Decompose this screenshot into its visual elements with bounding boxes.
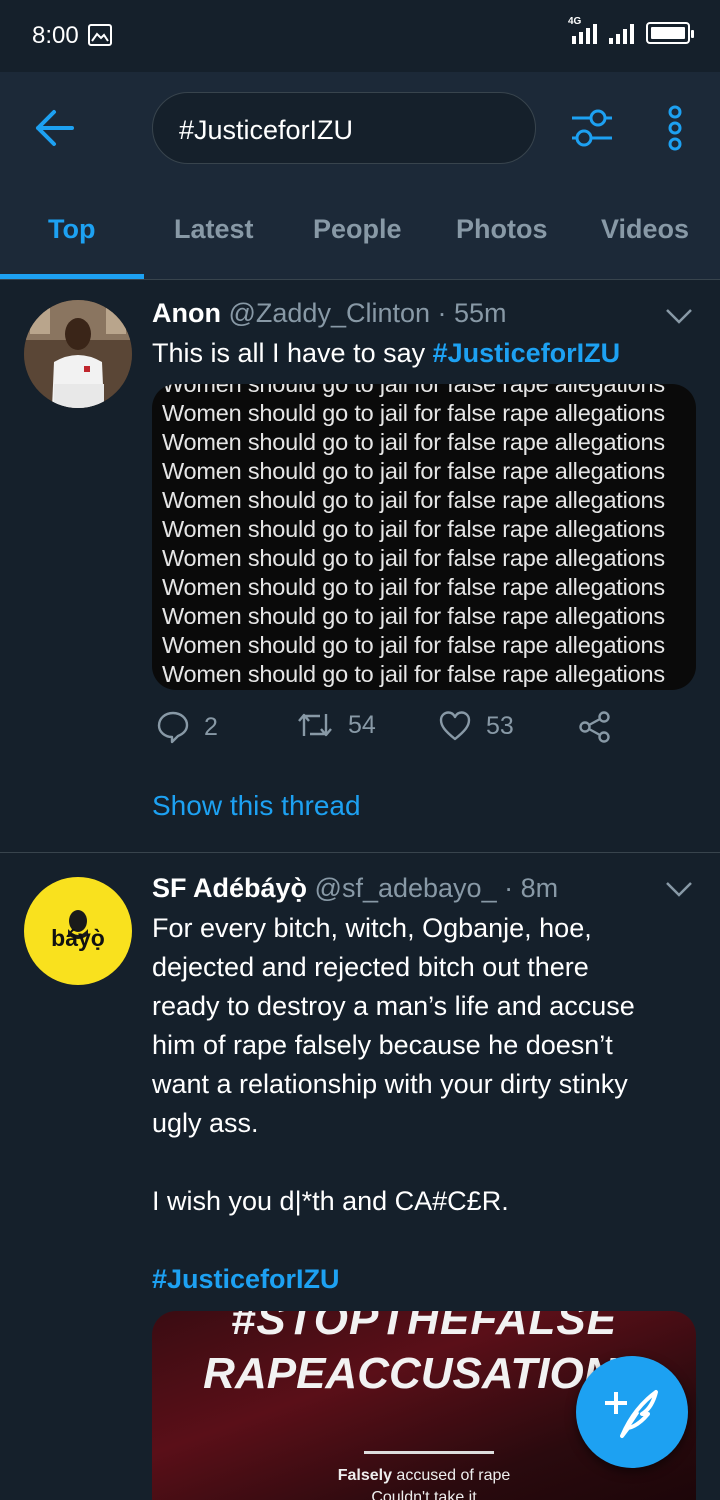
- tweet-card[interactable]: Anon @Zaddy_Clinton · 55m This is all I …: [0, 280, 720, 852]
- tweet-text-line: ugly ass.: [152, 1108, 259, 1138]
- compose-feather-icon: [605, 1390, 658, 1438]
- poster-subtitle-bold: Falsely: [337, 1467, 392, 1484]
- image-text-line: Women should go to jail for false rape a…: [162, 661, 665, 687]
- reply-button[interactable]: 2: [156, 710, 218, 744]
- author-name[interactable]: Anon: [152, 298, 221, 328]
- battery-icon: [646, 22, 694, 44]
- avatar[interactable]: [24, 300, 132, 408]
- chevron-down-icon[interactable]: [664, 306, 694, 326]
- mobile-signal-icon: 4G: [568, 16, 597, 44]
- tab-photos[interactable]: Photos: [456, 214, 548, 245]
- share-icon: [579, 711, 610, 743]
- tab-latest[interactable]: Latest: [174, 214, 254, 245]
- search-filter-button[interactable]: [568, 104, 616, 152]
- tweet-text-spacer: [152, 1221, 700, 1260]
- tab-top[interactable]: Top: [48, 214, 95, 245]
- tweet-time: · 8m: [504, 873, 559, 903]
- tab-videos[interactable]: Videos: [601, 214, 689, 245]
- image-text-line: Women should go to jail for false rape a…: [162, 429, 665, 455]
- avatar-text: báyọ̀: [51, 925, 105, 951]
- poster-divider: [364, 1451, 494, 1454]
- tweet-text-line: dejected and rejected bitch out there: [152, 952, 589, 982]
- retweet-button[interactable]: 54: [296, 710, 376, 740]
- poster-subtitle-rest: accused of rape: [391, 1467, 511, 1484]
- like-count: 53: [486, 711, 514, 740]
- active-tab-indicator: [0, 274, 144, 279]
- tweet-header: SF Adébáyọ̀ @sf_adebayo_ · 8m: [152, 873, 558, 904]
- reply-icon: [157, 711, 189, 744]
- tweet-text-spacer: [152, 1143, 700, 1182]
- filter-sliders-icon: [572, 109, 612, 147]
- tweet-text-line: For every bitch, witch, Ogbanje, hoe,: [152, 913, 592, 943]
- poster-subtitle2: Couldn't take it: [371, 1489, 477, 1500]
- status-bar: 8:00 4G: [0, 0, 720, 72]
- image-text-line: Women should go to jail for false rape a…: [162, 384, 665, 397]
- retweet-count: 54: [348, 710, 376, 739]
- tweet-text-line: want a relationship with your dirty stin…: [152, 1069, 628, 1099]
- search-query: #JusticeforIZU: [179, 115, 354, 145]
- tweet-text-line: I wish you d|*th and CA#C£R.: [152, 1186, 509, 1216]
- heart-icon: [439, 711, 471, 741]
- back-arrow-icon: [36, 110, 74, 146]
- image-text-line: Women should go to jail for false rape a…: [162, 487, 665, 513]
- tweet-image[interactable]: Women should go to jail for false rape a…: [152, 384, 696, 690]
- hashtag-link[interactable]: #JusticeforIZU: [433, 338, 621, 368]
- like-button[interactable]: 53: [438, 710, 514, 742]
- hashtag-link[interactable]: #JusticeforIZU: [152, 1260, 700, 1299]
- image-text-line: Women should go to jail for false rape a…: [162, 574, 665, 600]
- poster-subtitle: Falsely accused of rape: [152, 1467, 696, 1485]
- search-tabs: Top Latest People Photos Videos: [0, 182, 720, 280]
- avatar[interactable]: báyọ̀: [24, 877, 132, 985]
- tab-people[interactable]: People: [313, 214, 402, 245]
- tweet-text: For every bitch, witch, Ogbanje, hoe, de…: [152, 909, 700, 1299]
- chevron-down-icon[interactable]: [664, 879, 694, 899]
- tweet-text-content: This is all I have to say: [152, 338, 433, 368]
- status-icons: 4G: [568, 16, 694, 44]
- gallery-notification-icon: [88, 24, 112, 46]
- more-options-button[interactable]: [660, 104, 690, 152]
- image-text-line: Women should go to jail for false rape a…: [162, 632, 665, 658]
- author-handle: @sf_adebayo_: [314, 873, 497, 903]
- image-text-line: Women should go to jail for false rape a…: [162, 400, 665, 426]
- tweet-text: This is all I have to say #JusticeforIZU: [152, 334, 700, 373]
- poster-title-line1: #STOPTHEFALSE: [230, 1311, 618, 1344]
- reply-count: 2: [204, 712, 218, 741]
- status-time: 8:00: [32, 22, 79, 49]
- search-input[interactable]: #JusticeforIZU: [152, 92, 536, 164]
- show-thread-link[interactable]: Show this thread: [152, 790, 361, 822]
- user-photo: [24, 300, 132, 408]
- network-type-label: 4G: [568, 16, 582, 27]
- retweet-icon: [298, 713, 332, 737]
- author-name[interactable]: SF Adébáyọ̀: [152, 873, 307, 903]
- tweet-text-line: ready to destroy a man’s life and accuse: [152, 991, 635, 1021]
- share-button[interactable]: [578, 710, 612, 744]
- image-text-line: Women should go to jail for false rape a…: [162, 458, 665, 484]
- tweet-actions: 2 54 53: [152, 710, 672, 750]
- back-button[interactable]: [32, 106, 80, 150]
- tweet-time: · 55m: [437, 298, 507, 328]
- tweet-header: Anon @Zaddy_Clinton · 55m: [152, 298, 507, 329]
- compose-tweet-button[interactable]: [576, 1356, 688, 1468]
- image-text-line: Women should go to jail for false rape a…: [162, 516, 665, 542]
- more-vertical-icon: [668, 105, 682, 151]
- author-handle: @Zaddy_Clinton: [228, 298, 431, 328]
- image-text-block: Women should go to jail for false rape a…: [152, 384, 665, 689]
- image-text-line: Women should go to jail for false rape a…: [162, 545, 665, 571]
- tweet-text-line: him of rape falsely because he doesn’t: [152, 1030, 613, 1060]
- image-text-line: Women should go to jail for false rape a…: [162, 603, 665, 629]
- search-header: #JusticeforIZU: [0, 72, 720, 182]
- signal-strength-icon: [609, 22, 634, 44]
